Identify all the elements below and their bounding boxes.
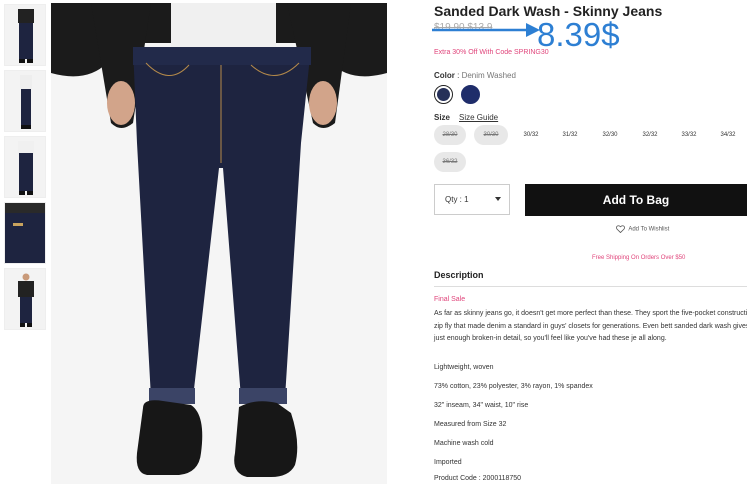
thumbnail-side[interactable] — [4, 70, 46, 132]
spec-item: Lightweight, woven — [434, 364, 494, 371]
final-sale-label: Final Sale — [434, 296, 466, 303]
size-option[interactable]: 36/32 — [434, 152, 466, 172]
thumbnail-full[interactable] — [4, 268, 46, 330]
swatch-navy[interactable] — [461, 85, 480, 104]
spec-item: Product Code : 2000118750 — [434, 475, 522, 482]
size-option[interactable]: 32/32 — [636, 125, 664, 145]
heart-icon — [616, 225, 625, 234]
spec-item: Imported — [434, 459, 462, 466]
spec-item: 73% cotton, 23% polyester, 3% rayon, 1% … — [434, 383, 593, 390]
promo-text: Extra 30% Off With Code SPRING30 — [434, 49, 549, 56]
arrow-icon — [432, 23, 540, 37]
spec-item: 32" inseam, 34" waist, 10" rise — [434, 402, 529, 409]
color-heading: Color — [434, 71, 455, 80]
color-value: Denim Washed — [461, 71, 516, 80]
size-guide-link[interactable]: Size Guide — [459, 113, 498, 122]
description-heading: Description — [434, 270, 484, 280]
sale-price: 8.39$ — [537, 16, 620, 53]
add-to-wishlist-button[interactable]: Add To Wishlist — [616, 225, 670, 234]
size-option[interactable]: 34/32 — [714, 125, 742, 145]
shipping-notice: Free Shipping On Orders Over $50 — [592, 255, 686, 261]
size-option[interactable]: 30/32 — [517, 125, 545, 145]
thumbnail-back[interactable] — [4, 136, 46, 198]
size-option[interactable]: 30/30 — [474, 125, 508, 145]
size-option[interactable]: 28/30 — [434, 125, 466, 145]
spec-item: Machine wash cold — [434, 440, 494, 447]
size-option[interactable]: 32/30 — [596, 125, 624, 145]
add-to-bag-button[interactable]: Add To Bag — [525, 184, 747, 216]
color-label: Color : Denim Washed — [434, 71, 516, 80]
description-body: As far as skinny jeans go, it doesn't ge… — [434, 310, 747, 342]
quantity-value: Qty : 1 — [445, 195, 469, 204]
spec-item: Measured from Size 32 — [434, 421, 507, 428]
main-product-image — [51, 3, 387, 484]
thumbnail-detail[interactable] — [4, 202, 46, 264]
chevron-down-icon — [495, 197, 501, 201]
thumbnail-front[interactable] — [4, 4, 46, 66]
size-option[interactable]: 33/32 — [675, 125, 703, 145]
wishlist-label: Add To Wishlist — [628, 226, 670, 233]
swatch-dark-denim[interactable] — [434, 85, 453, 104]
thumbnail-strip — [4, 4, 46, 334]
quantity-select[interactable]: Qty : 1 — [434, 184, 510, 215]
divider — [434, 286, 747, 287]
size-option[interactable]: 31/32 — [556, 125, 584, 145]
size-heading: Size — [434, 113, 451, 122]
